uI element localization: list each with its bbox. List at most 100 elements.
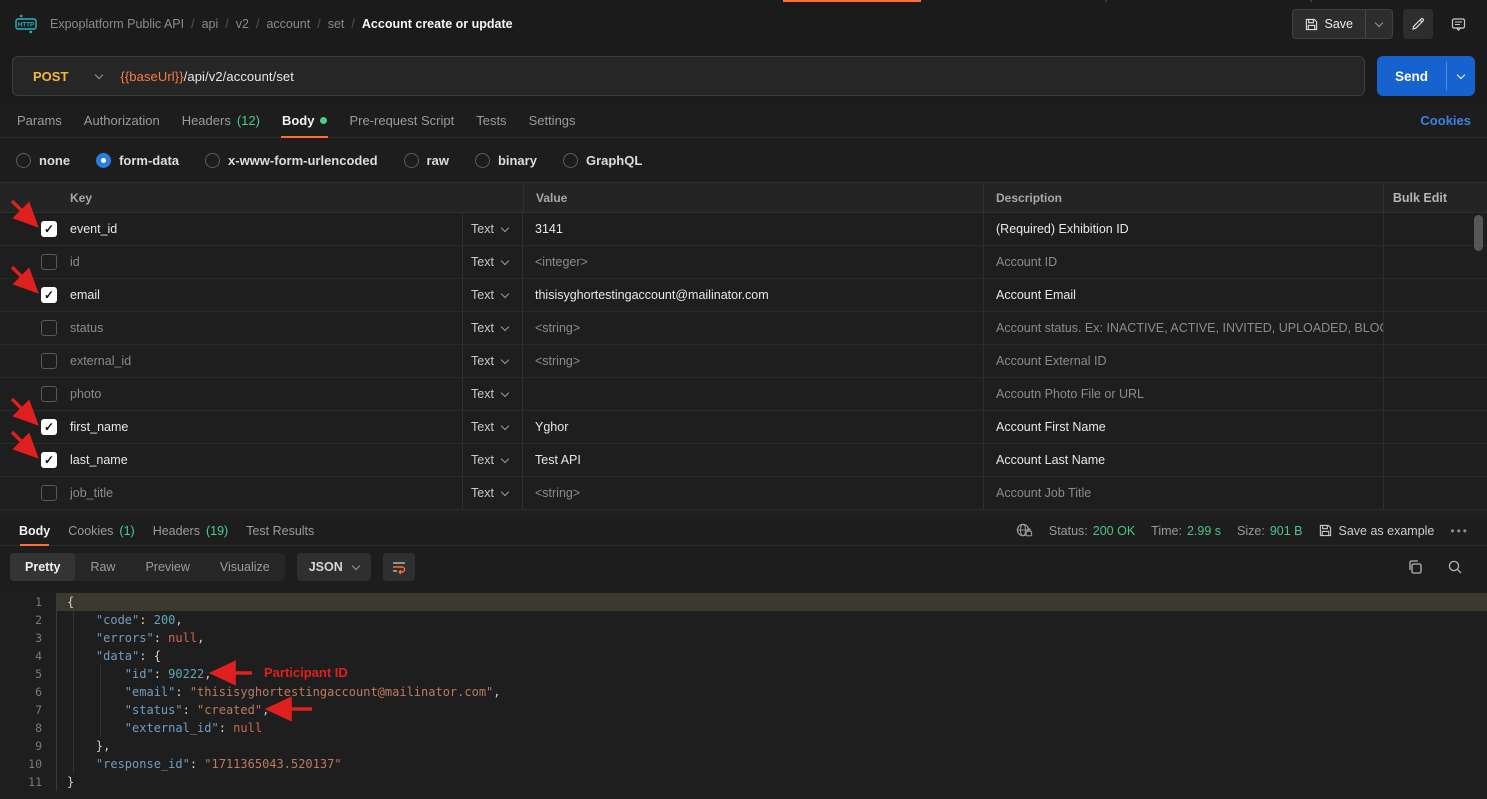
send-button[interactable]: Send <box>1377 56 1446 96</box>
table-scrollbar-thumb[interactable] <box>1474 215 1483 251</box>
view-raw[interactable]: Raw <box>75 553 130 581</box>
value-cell[interactable]: <integer> <box>523 246 983 278</box>
body-mode-graphql[interactable]: GraphQL <box>563 153 642 168</box>
indent-guide <box>100 701 101 719</box>
tab-pre-request-script[interactable]: Pre-request Script <box>338 104 465 137</box>
body-mode-none[interactable]: none <box>16 153 70 168</box>
tab-params[interactable]: Params <box>6 104 73 137</box>
type-select[interactable]: Text <box>471 354 508 368</box>
key-cell[interactable]: event_id <box>62 213 462 245</box>
description-cell[interactable]: Account Email <box>983 279 1383 311</box>
table-row-first-name: ✓ first_name Text YghorAccount First Name <box>0 411 1487 444</box>
checkbox-checked[interactable]: ✓ <box>41 287 57 303</box>
checkbox-unchecked[interactable] <box>41 353 57 369</box>
description-cell[interactable]: Account Last Name <box>983 444 1383 476</box>
chevron-down-icon <box>95 70 103 78</box>
token-k: "external_id" <box>125 721 219 735</box>
tab-body[interactable]: Body <box>271 104 339 137</box>
response-status[interactable]: Status:200 OK <box>1049 524 1135 538</box>
type-select[interactable]: Text <box>471 255 508 269</box>
key-cell[interactable]: email <box>62 279 462 311</box>
response-more-options-icon[interactable]: ••• <box>1450 524 1469 538</box>
key-cell[interactable]: external_id <box>62 345 462 377</box>
key-cell[interactable]: id <box>62 246 462 278</box>
value-cell[interactable]: Test API <box>523 444 983 476</box>
response-size[interactable]: Size:901 B <box>1237 524 1302 538</box>
indent-guide <box>73 701 74 719</box>
save-options-button[interactable] <box>1366 10 1392 38</box>
type-select[interactable]: Text <box>471 321 508 335</box>
value-cell[interactable]: <string> <box>523 477 983 509</box>
description-cell[interactable]: Account ID <box>983 246 1383 278</box>
edit-button[interactable] <box>1403 9 1433 39</box>
tab-headers[interactable]: Headers(12) <box>171 104 271 137</box>
description-cell[interactable]: (Required) Exhibition ID <box>983 213 1383 245</box>
type-select[interactable]: Text <box>471 420 508 434</box>
search-button[interactable] <box>1447 559 1463 575</box>
type-select[interactable]: Text <box>471 453 508 467</box>
checkbox-unchecked[interactable] <box>41 254 57 270</box>
method-selector[interactable]: POST <box>13 57 120 95</box>
type-select[interactable]: Text <box>471 387 508 401</box>
checkbox-unchecked[interactable] <box>41 386 57 402</box>
breadcrumb-segment[interactable]: set <box>328 17 345 31</box>
comments-button[interactable] <box>1443 9 1473 39</box>
network-info-icon[interactable] <box>1016 523 1033 538</box>
table-row-last-name: ✓ last_name Text Test APIAccount Last Name <box>0 444 1487 477</box>
checkbox-checked[interactable]: ✓ <box>41 452 57 468</box>
view-visualize[interactable]: Visualize <box>205 553 285 581</box>
value-cell[interactable]: <string> <box>523 312 983 344</box>
save-as-example-button[interactable]: Save as example <box>1319 524 1435 538</box>
cookies-link[interactable]: Cookies <box>1420 113 1471 128</box>
key-cell[interactable]: status <box>62 312 462 344</box>
type-select[interactable]: Text <box>471 222 508 236</box>
body-mode-x-www-form-urlencoded[interactable]: x-www-form-urlencoded <box>205 153 378 168</box>
value-cell[interactable]: thisisyghortestingaccount@mailinator.com <box>523 279 983 311</box>
response-tab-body[interactable]: Body <box>10 516 59 545</box>
body-mode-form-data[interactable]: form-data <box>96 153 179 168</box>
response-time[interactable]: Time:2.99 s <box>1151 524 1221 538</box>
description-cell[interactable]: Account Job Title <box>983 477 1383 509</box>
description-cell[interactable]: Accoutn Photo File or URL <box>983 378 1383 410</box>
copy-button[interactable] <box>1407 559 1423 575</box>
breadcrumb-segment[interactable]: v2 <box>236 17 249 31</box>
response-tab-test-results[interactable]: Test Results <box>237 516 323 545</box>
send-options-button[interactable] <box>1447 56 1475 96</box>
body-mode-binary[interactable]: binary <box>475 153 537 168</box>
description-cell[interactable]: Account External ID <box>983 345 1383 377</box>
description-cell[interactable]: Account status. Ex: INACTIVE, ACTIVE, IN… <box>983 312 1383 344</box>
chevron-down-icon <box>501 322 509 330</box>
key-cell[interactable]: last_name <box>62 444 462 476</box>
key-cell[interactable]: photo <box>62 378 462 410</box>
save-button[interactable]: Save <box>1293 10 1366 38</box>
response-tab-headers[interactable]: Headers(19) <box>144 516 237 545</box>
value-cell[interactable]: 3141 <box>523 213 983 245</box>
value-cell[interactable]: <string> <box>523 345 983 377</box>
checkbox-unchecked[interactable] <box>41 485 57 501</box>
value-cell[interactable] <box>523 378 983 410</box>
key-cell[interactable]: job_title <box>62 477 462 509</box>
value-cell[interactable]: Yghor <box>523 411 983 443</box>
key-cell[interactable]: first_name <box>62 411 462 443</box>
type-select[interactable]: Text <box>471 486 508 500</box>
url-input[interactable]: {{baseUrl}}/api/v2/account/set <box>120 69 294 84</box>
tab-settings[interactable]: Settings <box>518 104 587 137</box>
tab-tests[interactable]: Tests <box>465 104 517 137</box>
bulk-edit-button[interactable]: Bulk Edit <box>1393 191 1447 205</box>
checkbox-checked[interactable]: ✓ <box>41 419 57 435</box>
value-text: thisisyghortestingaccount@mailinator.com <box>535 288 769 302</box>
breadcrumb-segment[interactable]: account <box>266 17 310 31</box>
checkbox-unchecked[interactable] <box>41 320 57 336</box>
type-select[interactable]: Text <box>471 288 508 302</box>
wrap-text-button[interactable] <box>383 553 415 581</box>
response-tab-cookies[interactable]: Cookies(1) <box>59 516 143 545</box>
format-selector[interactable]: JSON <box>297 553 371 581</box>
breadcrumb-segment[interactable]: Expoplatform Public API <box>50 17 184 31</box>
view-pretty[interactable]: Pretty <box>10 553 75 581</box>
tab-authorization[interactable]: Authorization <box>73 104 171 137</box>
breadcrumb-segment[interactable]: api <box>202 17 219 31</box>
description-cell[interactable]: Account First Name <box>983 411 1383 443</box>
view-preview[interactable]: Preview <box>130 553 204 581</box>
body-mode-raw[interactable]: raw <box>404 153 449 168</box>
checkbox-checked[interactable]: ✓ <box>41 221 57 237</box>
